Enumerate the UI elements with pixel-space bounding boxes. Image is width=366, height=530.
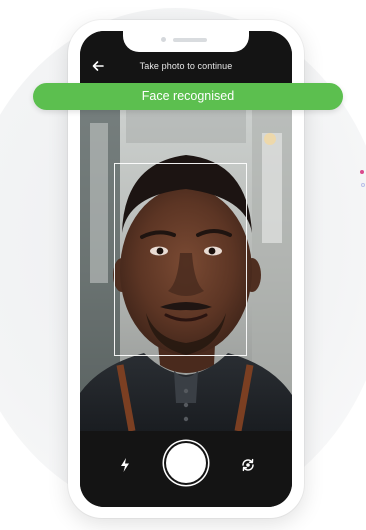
face-detection-frame [114,163,247,356]
flip-camera-icon[interactable] [240,457,256,473]
accent-ring [361,183,365,187]
shutter-button[interactable] [166,443,206,483]
earpiece-speaker [173,38,207,42]
app-mockup-stage: Take photo to continue Face recognised [0,0,366,530]
camera-viewfinder [80,103,292,431]
flash-icon[interactable] [118,457,132,473]
front-camera [161,37,166,42]
page-title: Take photo to continue [139,61,233,71]
accent-dot [360,170,364,174]
phone-notch [123,31,249,52]
face-recognised-banner: Face recognised [33,83,343,110]
camera-controls-bar [80,431,292,507]
